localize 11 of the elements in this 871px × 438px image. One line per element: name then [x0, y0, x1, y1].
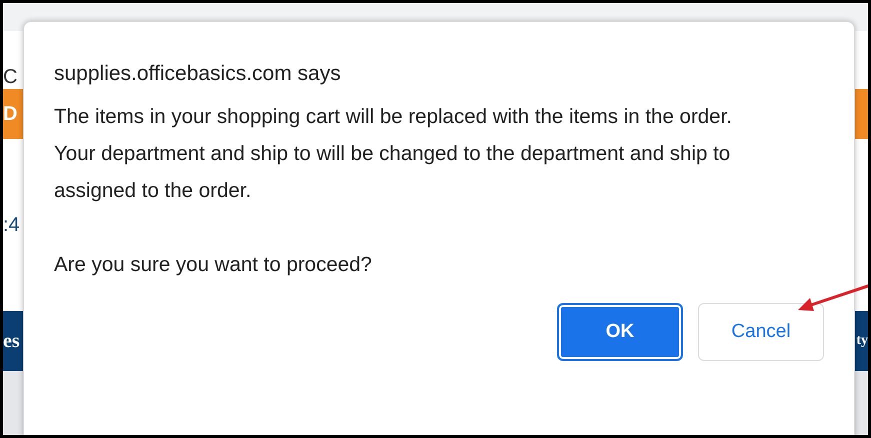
- page-text: :4: [3, 214, 20, 236]
- dialog-message: Your department and ship to will be changed to the department and ship to assigned to the order.: [54, 141, 732, 204]
- page-text: es: [3, 330, 20, 352]
- dialog-question: Are you sure you want to proceed?: [54, 252, 373, 278]
- page-text: ty: [856, 333, 868, 349]
- dialog-message: The items in your shopping cart will be replaced with the items in the order.: [54, 104, 733, 130]
- page-text: D: [3, 102, 18, 126]
- dialog-title: supplies.officebasics.com says: [54, 62, 342, 86]
- page-text: C: [3, 66, 18, 89]
- ok-button[interactable]: OK: [557, 303, 683, 361]
- cancel-button[interactable]: Cancel: [698, 303, 824, 361]
